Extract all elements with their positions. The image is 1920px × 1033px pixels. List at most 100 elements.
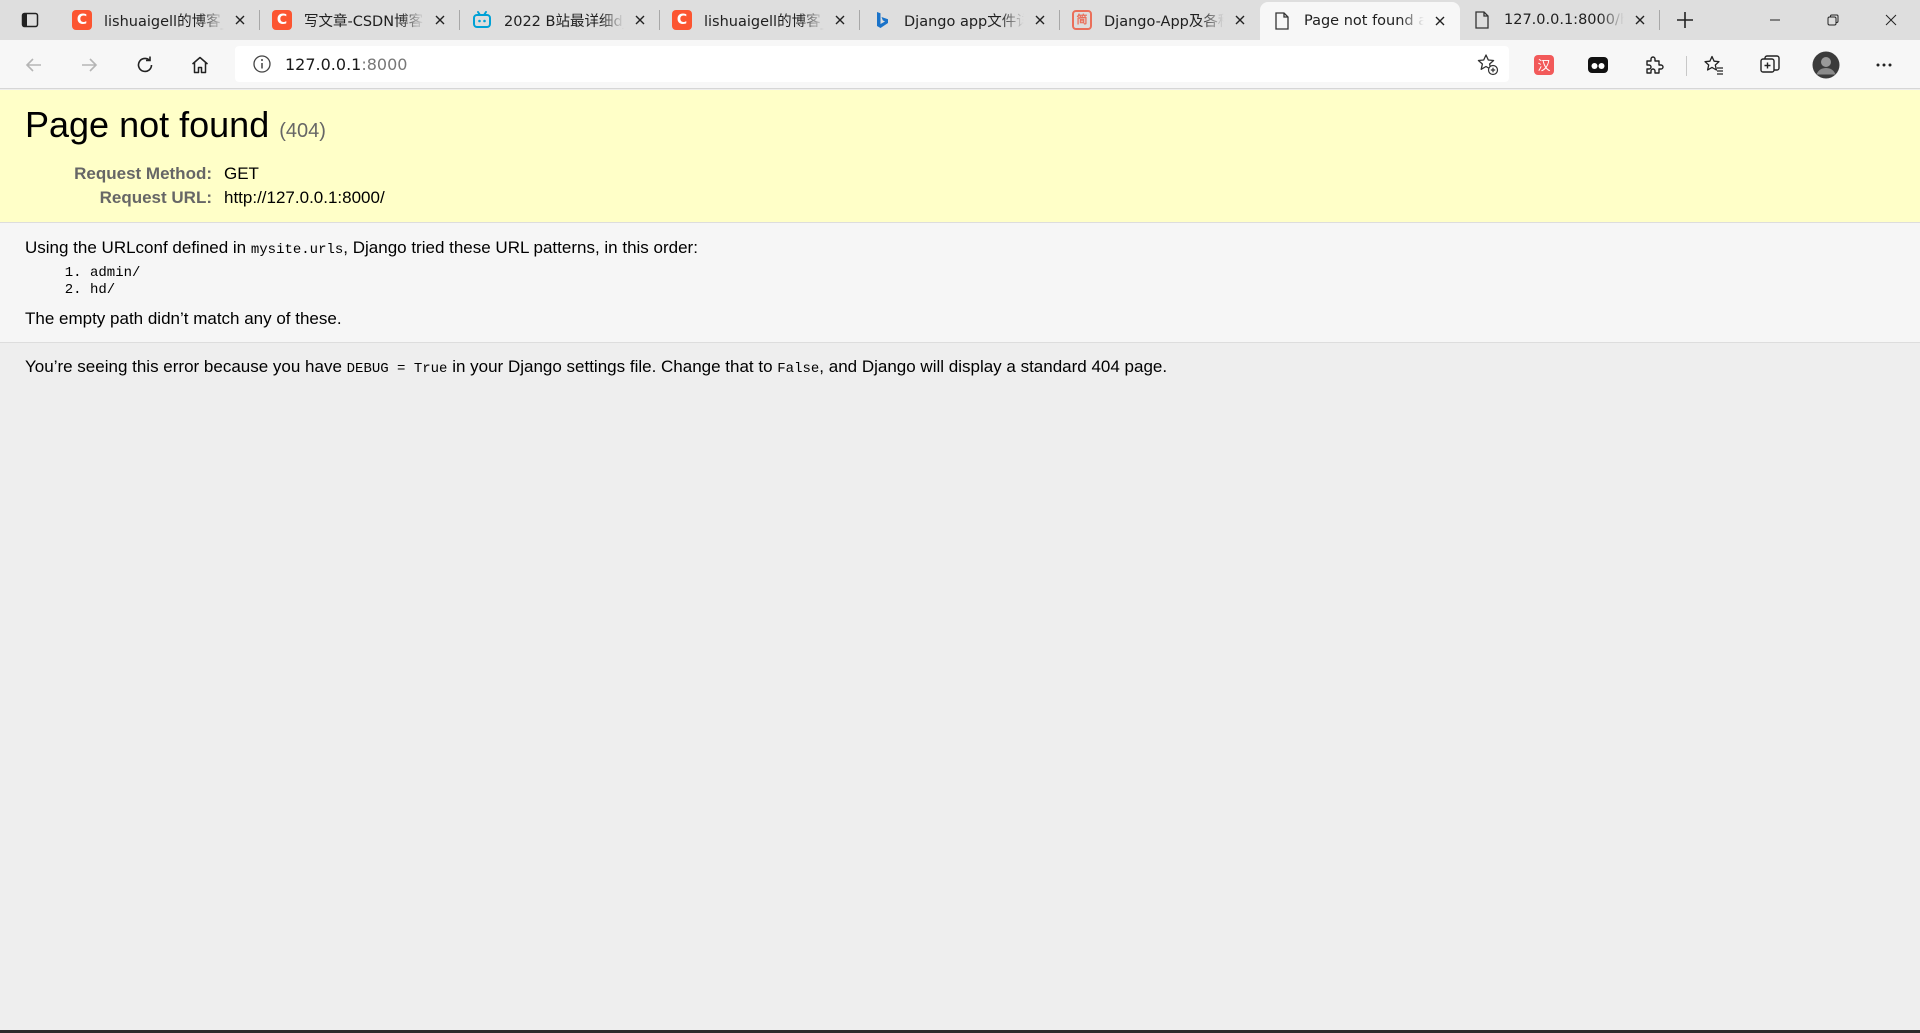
list-item: admin/ xyxy=(90,265,1895,282)
jianshu-icon: 简 xyxy=(1072,10,1092,30)
url-host: 127.0.0.1 xyxy=(285,54,362,74)
close-icon xyxy=(1885,14,1897,26)
explanation-part: You’re seeing this error because you hav… xyxy=(25,357,347,376)
tab-bilibili[interactable]: 2022 B站最详细dj xyxy=(460,0,660,40)
tab-list: C lishuaigell的博客_ C 写文章-CSDN博客 2022 B站最详… xyxy=(60,0,1660,40)
close-icon[interactable] xyxy=(1430,11,1450,31)
favorites-icon xyxy=(1703,54,1725,76)
plus-icon xyxy=(1676,11,1694,29)
tab-lishuaigell-blog-2[interactable]: C lishuaigell的博客_ xyxy=(660,0,860,40)
translate-extension-icon: 汉 xyxy=(1533,54,1555,76)
tab-title: lishuaigell的博客_ xyxy=(704,13,824,30)
close-icon[interactable] xyxy=(630,10,650,30)
tab-csdn-write[interactable]: C 写文章-CSDN博客 xyxy=(260,0,460,40)
star-add-icon xyxy=(1475,52,1499,76)
minimize-button[interactable] xyxy=(1746,0,1804,40)
false-value: False xyxy=(777,361,820,377)
puzzle-icon xyxy=(1643,54,1665,76)
add-favorite-button[interactable] xyxy=(1475,52,1499,76)
tab-localhost-hd[interactable]: 127.0.0.1:8000/hd xyxy=(1460,0,1660,40)
extension-translate-button[interactable]: 汉 xyxy=(1527,48,1561,82)
url-port: :8000 xyxy=(361,54,408,74)
csdn-icon: C xyxy=(672,10,692,30)
address-bar[interactable]: 127.0.0.1:8000 xyxy=(235,46,1509,82)
close-icon[interactable] xyxy=(430,10,450,30)
page-icon xyxy=(1272,11,1292,31)
no-match-message: The empty path didn’t match any of these… xyxy=(25,309,342,328)
tab-title: 2022 B站最详细dj xyxy=(504,13,624,30)
home-button[interactable] xyxy=(183,48,217,82)
page-title-text: Page not found xyxy=(25,104,270,145)
more-icon xyxy=(1874,55,1894,75)
avatar xyxy=(1812,51,1840,79)
profile-button[interactable] xyxy=(1809,48,1843,82)
error-summary: Page not found (404) Request Method: GET… xyxy=(0,90,1920,223)
extension-tabs-button[interactable] xyxy=(1581,48,1615,82)
new-tab-button[interactable] xyxy=(1660,0,1710,40)
page-icon xyxy=(1472,10,1492,30)
page-content: Page not found (404) Request Method: GET… xyxy=(0,90,1920,1030)
back-button[interactable] xyxy=(17,48,51,82)
extension-tile-icon xyxy=(1587,54,1609,76)
url-patterns-info: Using the URLconf defined in mysite.urls… xyxy=(0,223,1920,343)
arrow-right-icon xyxy=(79,55,99,75)
debug-explanation: You’re seeing this error because you hav… xyxy=(0,343,1920,393)
request-url-value: http://127.0.0.1:8000/ xyxy=(224,188,385,207)
explanation-part: , and Django will display a standard 404… xyxy=(819,357,1168,376)
restore-icon xyxy=(1827,14,1839,26)
extensions-button[interactable] xyxy=(1637,48,1671,82)
close-icon[interactable] xyxy=(1230,10,1250,30)
browser-toolbar: 127.0.0.1:8000 汉 xyxy=(0,40,1920,89)
close-icon[interactable] xyxy=(230,10,250,30)
arrow-left-icon xyxy=(24,55,44,75)
tab-django-app-files[interactable]: Django app文件详 xyxy=(860,0,1060,40)
close-icon[interactable] xyxy=(1030,10,1050,30)
table-row: Request Method: GET xyxy=(25,162,385,186)
status-code: (404) xyxy=(279,120,326,142)
request-url-label: Request URL: xyxy=(99,188,212,207)
tab-title: Django app文件详 xyxy=(904,13,1024,30)
address-url: 127.0.0.1:8000 xyxy=(285,55,407,74)
urlconf-module: mysite.urls xyxy=(250,242,344,258)
request-method-value: GET xyxy=(224,164,259,183)
tab-title: 写文章-CSDN博客 xyxy=(304,13,424,30)
close-icon[interactable] xyxy=(830,10,850,30)
request-info-table: Request Method: GET Request URL: http://… xyxy=(25,162,385,210)
close-icon[interactable] xyxy=(1630,10,1650,30)
tab-title: Django-App及各种 xyxy=(1104,13,1224,30)
bilibili-icon xyxy=(472,10,492,30)
window-controls xyxy=(1746,0,1920,40)
csdn-icon: C xyxy=(272,10,292,30)
explanation-part: in your Django settings file. Change tha… xyxy=(447,357,778,376)
tab-title: Page not found at xyxy=(1304,13,1424,29)
favorites-button[interactable] xyxy=(1697,48,1731,82)
tab-django-app-jianshu[interactable]: 简 Django-App及各种 xyxy=(1060,0,1260,40)
list-item: hd/ xyxy=(90,282,1895,299)
collections-icon xyxy=(1759,54,1781,76)
close-window-button[interactable] xyxy=(1862,0,1920,40)
urlconf-intro-text: Using the URLconf defined in xyxy=(25,238,251,257)
urlconf-intro-text: , Django tried these URL patterns, in th… xyxy=(343,238,698,257)
collections-button[interactable] xyxy=(1753,48,1787,82)
info-icon[interactable] xyxy=(245,54,279,74)
tab-page-not-found[interactable]: Page not found at xyxy=(1260,2,1460,40)
bing-icon xyxy=(872,10,892,30)
refresh-button[interactable] xyxy=(128,48,162,82)
tab-lishuaigell-blog-1[interactable]: C lishuaigell的博客_ xyxy=(60,0,260,40)
table-row: Request URL: http://127.0.0.1:8000/ xyxy=(25,186,385,210)
restore-button[interactable] xyxy=(1804,0,1862,40)
tab-strip: C lishuaigell的博客_ C 写文章-CSDN博客 2022 B站最详… xyxy=(0,0,1920,40)
home-icon xyxy=(190,55,210,75)
refresh-icon xyxy=(135,55,155,75)
urlconf-intro: Using the URLconf defined in mysite.urls… xyxy=(25,236,1895,262)
page-title: Page not found (404) xyxy=(25,104,1895,152)
csdn-icon: C xyxy=(72,10,92,30)
tab-actions-button[interactable] xyxy=(0,0,60,40)
forward-button[interactable] xyxy=(72,48,106,82)
explanation-text: You’re seeing this error because you hav… xyxy=(25,355,1895,381)
tab-actions-icon xyxy=(21,11,39,29)
request-method-label: Request Method: xyxy=(74,164,212,183)
settings-menu-button[interactable] xyxy=(1867,48,1901,82)
debug-setting: DEBUG = True xyxy=(346,361,448,377)
minimize-icon xyxy=(1769,14,1781,26)
